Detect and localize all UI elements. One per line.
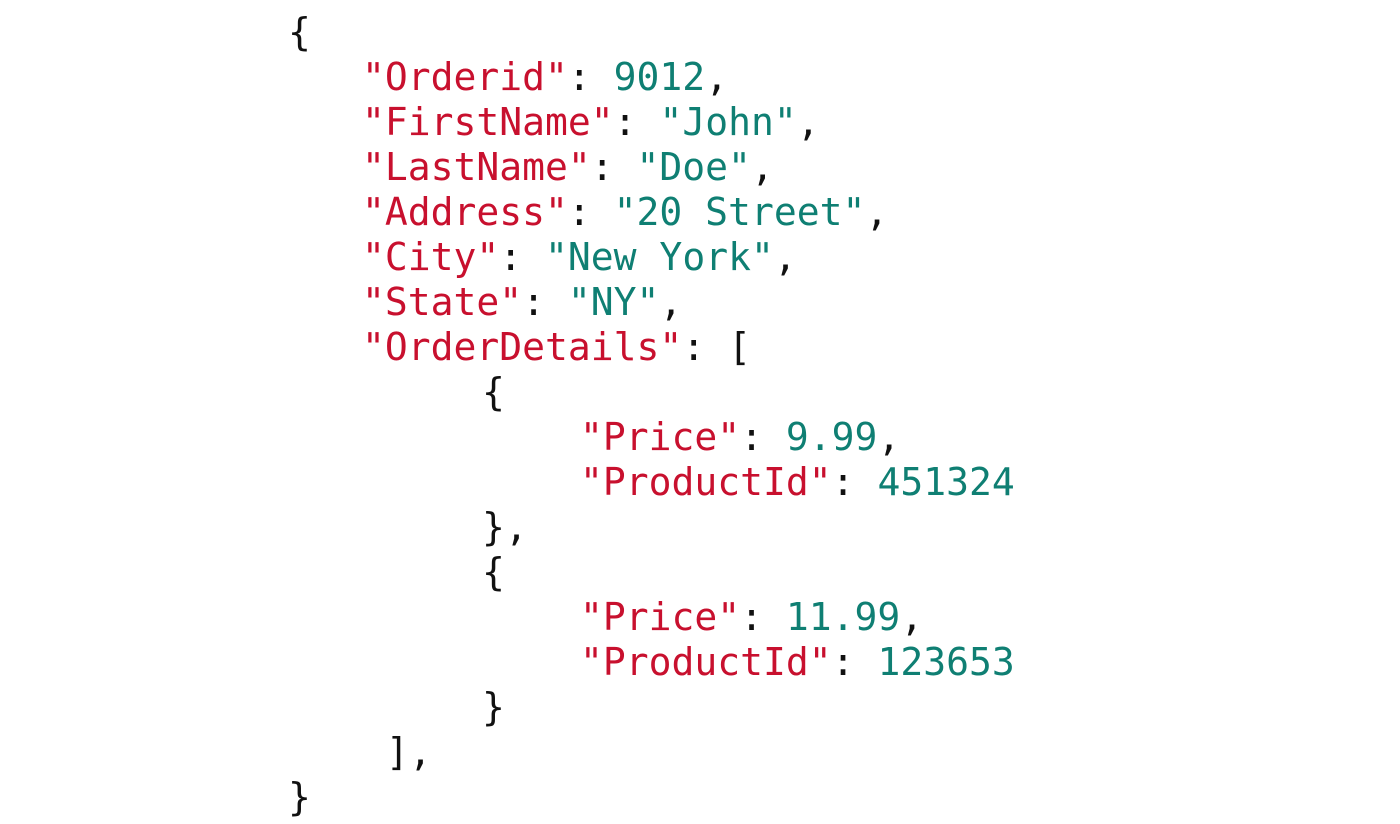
open-brace: { xyxy=(482,370,505,414)
json-value: "NY" xyxy=(567,280,660,324)
open-bracket: [ xyxy=(728,325,751,369)
colon: : xyxy=(522,280,568,324)
code-line-5: "Address": "20 Street", xyxy=(362,190,888,235)
code-line-11: "ProductId": 451324 xyxy=(580,460,1015,505)
json-key: "State" xyxy=(362,280,523,324)
close-brace: }, xyxy=(482,505,528,549)
colon: : xyxy=(567,55,614,99)
json-value: 9012 xyxy=(613,55,706,99)
comma: , xyxy=(705,55,729,99)
open-brace: { xyxy=(288,10,311,54)
close-brace: } xyxy=(288,775,311,819)
comma: , xyxy=(773,235,797,279)
json-value: 9.99 xyxy=(785,415,878,459)
code-line-9: { xyxy=(482,370,505,415)
json-key: "ProductId" xyxy=(580,640,832,684)
code-line-18: } xyxy=(288,775,311,820)
json-code-block: { "Orderid": 9012, "FirstName": "John", … xyxy=(0,0,1400,824)
json-key: "Price" xyxy=(580,595,741,639)
colon: : xyxy=(740,415,786,459)
code-line-1: { xyxy=(288,10,311,55)
json-value: "New York" xyxy=(545,235,774,279)
comma: , xyxy=(865,190,889,234)
code-line-15: "ProductId": 123653 xyxy=(580,640,1015,685)
json-value: "20 Street" xyxy=(613,190,866,234)
code-line-4: "LastName": "Doe", xyxy=(362,145,774,190)
code-line-6: "City": "New York", xyxy=(362,235,797,280)
close-brace: } xyxy=(482,685,505,729)
json-value: "John" xyxy=(659,100,797,144)
json-value: "Doe" xyxy=(636,145,751,189)
code-line-17: ], xyxy=(386,730,432,775)
json-key: "City" xyxy=(362,235,500,279)
comma: , xyxy=(900,595,924,639)
comma: , xyxy=(659,280,683,324)
colon: : xyxy=(682,325,729,369)
comma: , xyxy=(877,415,901,459)
code-line-12: }, xyxy=(482,505,528,550)
open-brace: { xyxy=(482,550,505,594)
json-key: "LastName" xyxy=(362,145,591,189)
json-key: "Price" xyxy=(580,415,741,459)
code-line-14: "Price": 11.99, xyxy=(580,595,923,640)
json-key: "Orderid" xyxy=(362,55,568,99)
colon: : xyxy=(567,190,614,234)
comma: , xyxy=(750,145,774,189)
close-bracket: ], xyxy=(386,730,432,774)
json-value: 123653 xyxy=(877,640,1015,684)
colon: : xyxy=(831,640,878,684)
code-line-2: "Orderid": 9012, xyxy=(362,55,728,100)
code-line-10: "Price": 9.99, xyxy=(580,415,900,460)
json-key: "OrderDetails" xyxy=(362,325,683,369)
json-value: 11.99 xyxy=(785,595,901,639)
code-line-7: "State": "NY", xyxy=(362,280,682,325)
json-key: "FirstName" xyxy=(362,100,614,144)
code-line-8: "OrderDetails": [ xyxy=(362,325,751,370)
code-line-13: { xyxy=(482,550,505,595)
json-value: 451324 xyxy=(877,460,1015,504)
colon: : xyxy=(831,460,878,504)
code-line-3: "FirstName": "John", xyxy=(362,100,820,145)
json-key: "ProductId" xyxy=(580,460,832,504)
colon: : xyxy=(613,100,660,144)
colon: : xyxy=(740,595,786,639)
json-key: "Address" xyxy=(362,190,568,234)
colon: : xyxy=(590,145,637,189)
colon: : xyxy=(499,235,546,279)
comma: , xyxy=(796,100,820,144)
code-line-16: } xyxy=(482,685,505,730)
